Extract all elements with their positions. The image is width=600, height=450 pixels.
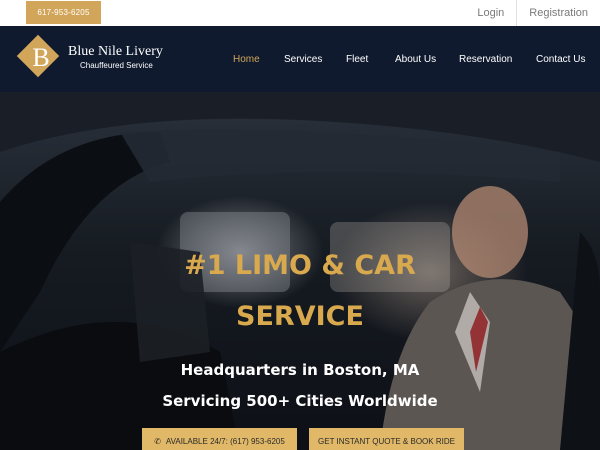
top-bar: 617-953-6205 Login Registration	[0, 0, 600, 26]
call-available-label: AVAILABLE 24/7: (617) 953-6205	[165, 437, 285, 446]
main-navbar: B Blue Nile Livery Chauffeured Service H…	[0, 26, 600, 92]
hero-title-line1: #1 LIMO & CAR	[184, 250, 416, 281]
nav-reservation[interactable]: Reservation	[459, 54, 512, 65]
nav-fleet[interactable]: Fleet	[346, 54, 368, 65]
registration-link[interactable]: Registration	[517, 0, 600, 26]
nav-about-us[interactable]: About Us	[395, 54, 436, 65]
hero-title-line2: SERVICE	[236, 301, 364, 332]
instant-quote-button[interactable]: GET INSTANT QUOTE & BOOK RIDE	[309, 428, 464, 450]
nav-contact-us[interactable]: Contact Us	[536, 54, 585, 65]
login-link[interactable]: Login	[465, 0, 516, 26]
account-links: Login Registration	[465, 0, 600, 26]
call-available-button[interactable]: ✆ AVAILABLE 24/7: (617) 953-6205	[142, 428, 297, 450]
phone-icon: ✆	[154, 437, 161, 446]
hero-section: #1 LIMO & CAR SERVICE Headquarters in Bo…	[0, 92, 600, 450]
instant-quote-label: GET INSTANT QUOTE & BOOK RIDE	[318, 437, 455, 446]
hero-subtitle-line1: Headquarters in Boston, MA	[180, 361, 420, 379]
nav-menu: Home Services Fleet About Us Reservation…	[0, 26, 600, 92]
phone-button[interactable]: 617-953-6205	[26, 1, 101, 24]
hero-subtitle-line2: Servicing 500+ Cities Worldwide	[162, 392, 438, 410]
nav-services[interactable]: Services	[284, 54, 322, 65]
nav-home[interactable]: Home	[233, 54, 260, 65]
